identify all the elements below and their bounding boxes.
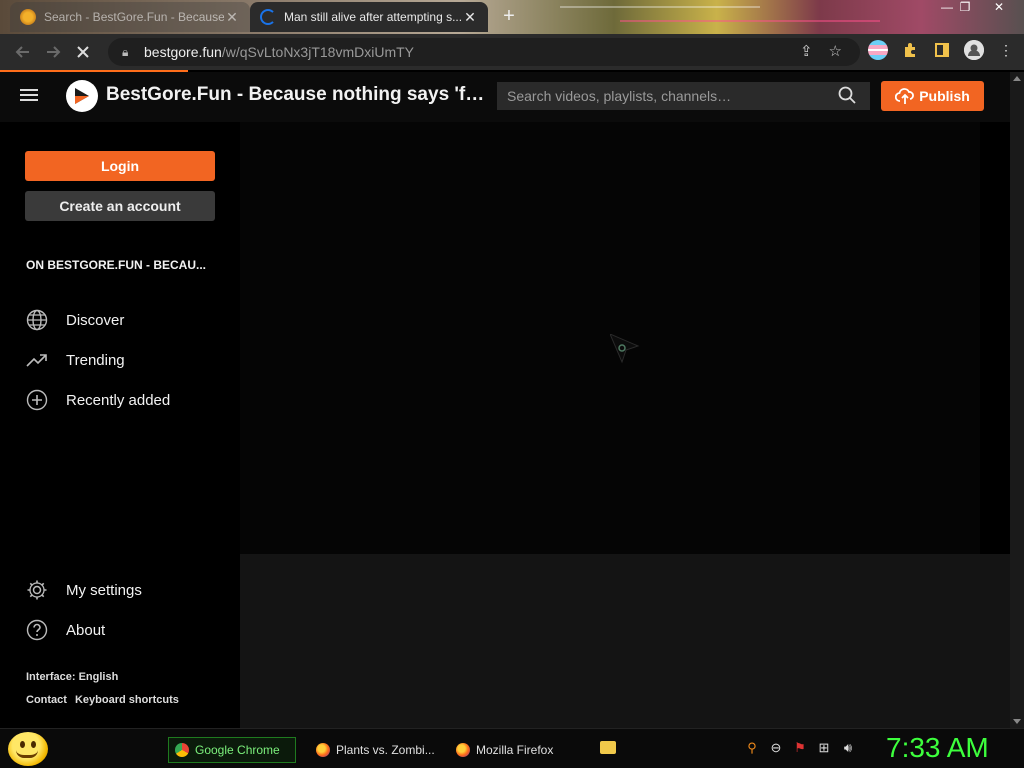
status-icon[interactable]: ⊖ — [768, 740, 784, 756]
sidebar-item-label: My settings — [66, 581, 142, 599]
forward-button[interactable] — [38, 37, 68, 67]
video-info-area — [240, 554, 1010, 728]
wallpaper-streak — [620, 20, 880, 22]
sidebar-item-label: Recently added — [66, 391, 171, 409]
taskbar-item-chrome[interactable]: Google Chrome — [168, 737, 296, 763]
upload-cloud-icon — [895, 88, 915, 104]
sidebar-item-label: Discover — [66, 311, 125, 329]
sidebar-item-discover[interactable]: Discover — [26, 308, 124, 332]
close-icon[interactable]: ✕ — [224, 9, 240, 26]
site-title[interactable]: BestGore.Fun - Because nothing says 'fu.… — [106, 84, 490, 106]
taskbar-item-label: Plants vs. Zombi... — [336, 743, 435, 757]
lock-icon[interactable]: 🔒︎ — [122, 45, 134, 60]
menu-hamburger-icon[interactable] — [20, 86, 38, 106]
chrome-icon — [175, 743, 189, 757]
wallpaper-streak — [560, 6, 760, 8]
publish-label: Publish — [919, 88, 970, 104]
back-button[interactable] — [8, 37, 38, 67]
loading-spinner-icon — [260, 9, 276, 25]
firefox-icon — [316, 743, 330, 757]
scroll-down-arrow-icon[interactable] — [1013, 719, 1021, 724]
taskbar-item-label: Google Chrome — [195, 743, 280, 757]
mouse-cursor-icon — [609, 333, 640, 369]
share-icon[interactable]: ⇪ — [800, 42, 813, 60]
url-host: bestgore.fun — [144, 44, 222, 60]
new-tab-button[interactable]: + — [497, 4, 521, 28]
sidebar-section-heading: ON BESTGORE.FUN - BECAU... — [26, 258, 207, 272]
search-icon[interactable] — [838, 86, 858, 106]
arrow-right-icon — [47, 46, 61, 58]
taskbar-clock[interactable]: 7:33 AM — [886, 732, 989, 764]
smiley-mouth — [16, 750, 38, 758]
close-icon[interactable]: ✕ — [462, 9, 478, 26]
tab-current-video[interactable]: Man still alive after attempting s... ✕ — [250, 2, 488, 32]
extension-flag-icon[interactable] — [868, 40, 888, 60]
site-favicon-icon — [20, 9, 36, 25]
taskbar-item-label: Mozilla Firefox — [476, 743, 554, 757]
trending-icon — [26, 349, 48, 371]
url-bar[interactable]: 🔒︎ bestgore.fun /w/qSvLtoNx3jT18vmDxiUmT… — [108, 38, 860, 66]
search-icon[interactable]: ⚲ — [744, 740, 760, 756]
action-center-flag-icon[interactable]: ⚑ — [792, 740, 808, 756]
taskbar-item-plants-vs-zombies[interactable]: Plants vs. Zombi... — [310, 737, 446, 763]
interface-language-link[interactable]: Interface: English — [26, 671, 118, 683]
url-path: /w/qSvLtoNx3jT18vmDxiUmTY — [221, 44, 414, 60]
extensions-puzzle-icon[interactable] — [900, 40, 920, 60]
sidebar: Login Create an account ON BESTGORE.FUN … — [0, 122, 240, 728]
globe-icon — [26, 309, 48, 331]
gear-icon — [26, 579, 48, 601]
stop-loading-button[interactable] — [68, 37, 98, 67]
sidebar-item-about[interactable]: About — [26, 618, 105, 642]
scroll-up-arrow-icon[interactable] — [1013, 76, 1021, 81]
taskbar-item-firefox[interactable]: Mozilla Firefox — [450, 737, 584, 763]
os-taskbar: Google Chrome Plants vs. Zombi... Mozill… — [0, 728, 1024, 768]
bookmark-star-icon[interactable]: ☆ — [829, 42, 842, 60]
search-input[interactable] — [497, 82, 870, 110]
smiley-eye — [31, 741, 36, 748]
keyboard-shortcuts-link[interactable]: Keyboard shortcuts — [75, 694, 179, 706]
system-tray: ⚲ ⊖ ⚑ ⊞ 🔊︎ — [744, 740, 856, 756]
smiley-eye — [20, 741, 25, 748]
tab-search[interactable]: Search - BestGore.Fun - Because... ✕ — [10, 2, 250, 32]
sidebar-item-my-settings[interactable]: My settings — [26, 578, 142, 602]
page-scrollbar[interactable] — [1010, 72, 1024, 728]
footer-links: Contact Keyboard shortcuts — [26, 694, 179, 706]
play-logo-icon — [75, 88, 89, 104]
volume-icon[interactable]: 🔊︎ — [840, 740, 856, 756]
arrow-left-icon — [15, 46, 29, 58]
close-window-button[interactable]: ✕ — [984, 0, 1014, 16]
browser-menu-icon[interactable]: ⋮ — [996, 40, 1016, 60]
help-icon — [26, 619, 48, 641]
create-account-button[interactable]: Create an account — [25, 191, 215, 221]
sidebar-item-trending[interactable]: Trending — [26, 348, 125, 372]
start-button[interactable] — [8, 732, 48, 766]
profile-avatar-icon[interactable] — [964, 40, 984, 60]
login-button[interactable]: Login — [25, 151, 215, 181]
sidebar-item-label: About — [66, 621, 106, 639]
site-header: BestGore.Fun - Because nothing says 'fu.… — [0, 72, 1010, 122]
contact-link[interactable]: Contact — [26, 694, 67, 706]
tab-title: Man still alive after attempting s... — [284, 10, 462, 24]
sidebar-item-recently-added[interactable]: Recently added — [26, 388, 170, 412]
video-player[interactable] — [240, 122, 980, 554]
site-logo[interactable] — [66, 80, 98, 112]
plus-circle-icon — [26, 389, 48, 411]
network-icon[interactable]: ⊞ — [816, 740, 832, 756]
sidebar-item-label: Trending — [66, 351, 125, 369]
close-icon — [77, 46, 89, 58]
firefox-icon — [456, 743, 470, 757]
address-toolbar: 🔒︎ bestgore.fun /w/qSvLtoNx3jT18vmDxiUmT… — [0, 34, 1024, 70]
tab-title: Search - BestGore.Fun - Because... — [44, 10, 224, 24]
folder-icon[interactable] — [600, 741, 616, 754]
browser-tab-bar: Search - BestGore.Fun - Because... ✕ Man… — [0, 0, 1024, 34]
maximize-button[interactable]: ❐ — [950, 0, 980, 16]
publish-button[interactable]: Publish — [881, 81, 984, 111]
side-panel-icon[interactable] — [932, 40, 952, 60]
